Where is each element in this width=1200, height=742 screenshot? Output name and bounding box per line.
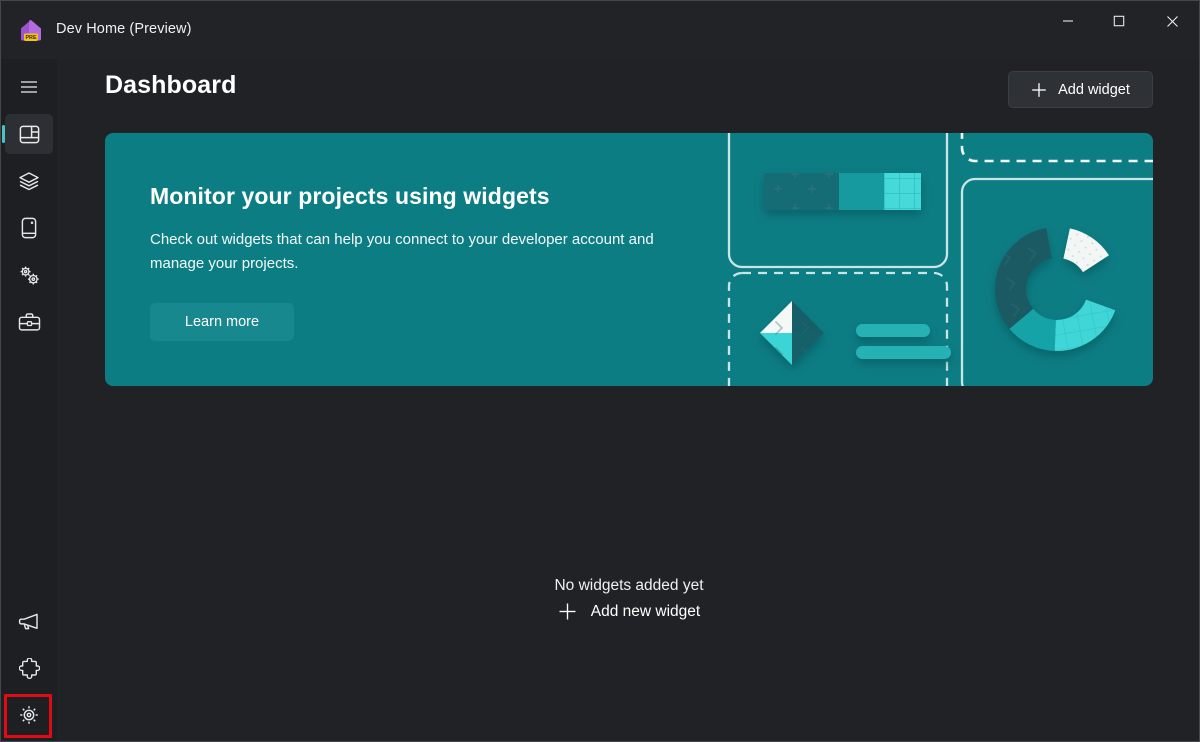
add-widget-label: Add widget — [1058, 81, 1130, 98]
minimize-icon — [1063, 20, 1073, 22]
dashboard-icon — [19, 125, 39, 143]
svg-text:PRE: PRE — [25, 35, 36, 41]
puzzle-piece-icon — [18, 657, 40, 679]
home-icon: PRE — [18, 17, 44, 43]
maximize-icon — [1113, 15, 1125, 27]
layers-icon — [19, 172, 39, 191]
banner-heading: Monitor your projects using widgets — [150, 183, 550, 209]
page-title: Dashboard — [105, 71, 237, 99]
banner-body-text: Check out widgets that can help you conn… — [150, 231, 654, 272]
sidebar-item-environments[interactable] — [5, 161, 53, 201]
gears-icon — [20, 266, 39, 285]
sidebar-item-menu[interactable] — [5, 67, 53, 107]
plus-icon — [1032, 82, 1046, 97]
close-button[interactable] — [1149, 1, 1195, 41]
sidebar-item-extensions[interactable] — [5, 648, 53, 688]
minimize-button[interactable] — [1045, 1, 1091, 41]
main-content: Dashboard Add widget Monitor your projec… — [57, 59, 1199, 741]
gear-icon — [20, 706, 38, 724]
empty-state: No widgets added yet Add new widget — [57, 577, 1199, 626]
sidebar-item-settings[interactable] — [5, 695, 53, 735]
learn-more-button[interactable]: Learn more — [150, 303, 294, 341]
device-icon — [21, 217, 37, 239]
close-icon — [1166, 15, 1178, 27]
hamburger-menu-icon — [21, 81, 37, 93]
sidebar-item-dashboard[interactable] — [2, 114, 53, 154]
learn-more-label: Learn more — [184, 314, 260, 330]
widgets-promo-banner: Monitor your projects using widgets Chec… — [105, 133, 1153, 386]
sidebar — [1, 59, 57, 741]
sidebar-item-machine-configuration[interactable] — [5, 255, 53, 295]
sidebar-item-utilities[interactable] — [5, 208, 53, 248]
banner-illustration — [719, 133, 1153, 386]
megaphone-icon — [18, 613, 38, 630]
add-widget-button[interactable]: Add widget — [1008, 71, 1153, 108]
empty-state-title: No widgets added yet — [554, 577, 704, 594]
toolbox-icon — [18, 313, 40, 331]
add-new-widget-link[interactable]: Add new widget — [558, 602, 700, 621]
add-new-widget-label: Add new widget — [590, 602, 701, 620]
plus-icon — [559, 603, 576, 620]
sidebar-item-dev-tools[interactable] — [5, 302, 53, 342]
maximize-button[interactable] — [1096, 1, 1142, 41]
window-title: Dev Home (Preview) — [56, 21, 192, 37]
sidebar-item-feedback[interactable] — [5, 601, 53, 641]
app-window: PRE Dev Home (Preview) Dashboard Add wid… — [0, 0, 1200, 742]
title-bar: PRE Dev Home (Preview) — [1, 1, 1199, 59]
